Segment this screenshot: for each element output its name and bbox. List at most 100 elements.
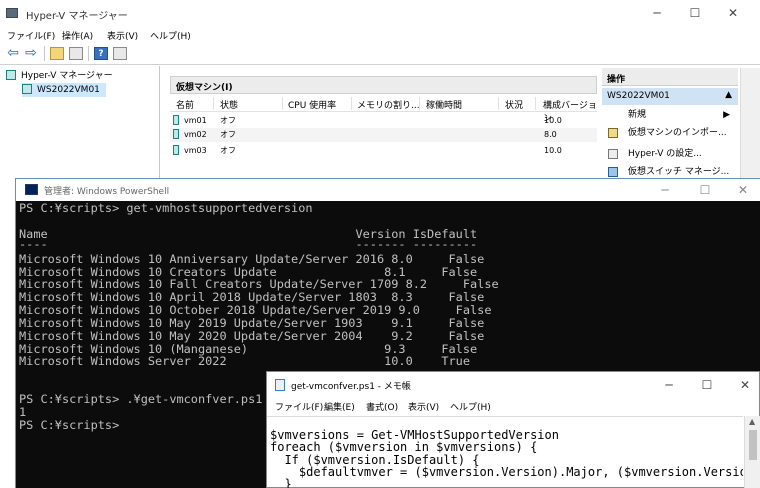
console-line: Microsoft Windows 10 May 2020 Update/Ser… (19, 329, 485, 343)
action-new-label: 新規 (628, 110, 647, 120)
hyperv-manager-icon (6, 70, 16, 80)
menu-action[interactable]: 操作(A) (62, 29, 93, 42)
settings-icon (608, 149, 618, 159)
console-line: PS C:¥scripts> (19, 418, 120, 432)
notepad-title: get-vmconfver.ps1 - メモ帳 (291, 382, 411, 392)
vm-row[interactable]: vm02 オフ 8.0 (170, 128, 597, 142)
hyperv-app-icon (6, 8, 18, 18)
show-hide-tree-icon[interactable] (69, 47, 83, 60)
column-state[interactable]: 状態 (220, 98, 238, 111)
back-arrow-icon[interactable]: ⇦ (5, 45, 21, 61)
vm-row[interactable]: vm01 オフ 10.0 (170, 114, 597, 128)
menu-edit[interactable]: 編集(E) (324, 400, 355, 413)
notepad-icon (275, 379, 285, 391)
menu-help[interactable]: ヘルプ(H) (450, 400, 491, 413)
vm-row[interactable]: vm03 オフ 10.0 (170, 144, 597, 158)
show-action-pane-icon[interactable] (113, 47, 127, 60)
minimize-icon[interactable]: ─ (660, 376, 678, 394)
help-icon[interactable]: ? (94, 47, 108, 60)
menu-format[interactable]: 書式(O) (366, 400, 398, 413)
console-line: PS C:¥scripts> get-vmhostsupportedversio… (19, 201, 313, 215)
close-icon[interactable]: ✕ (734, 181, 752, 199)
column-divider (535, 97, 536, 110)
column-divider (498, 97, 499, 110)
maximize-icon[interactable]: ☐ (696, 181, 714, 199)
tree-server-label: WS2022VM01 (37, 85, 100, 95)
column-divider (351, 97, 352, 110)
actions-server-label: WS2022VM01 (607, 91, 670, 101)
scrollbar-thumb[interactable] (749, 430, 757, 460)
console-line: Microsoft Windows 10 May 2019 Update/Ser… (19, 316, 485, 330)
vm-name-cell: vm02 (173, 128, 207, 142)
column-status[interactable]: 状況 (505, 98, 523, 111)
tree-root-label: Hyper-V マネージャー (21, 71, 113, 81)
vm-name: vm02 (184, 130, 207, 139)
menu-file[interactable]: ファイル(F) (275, 400, 323, 413)
forward-arrow-icon[interactable]: ⇨ (23, 45, 39, 61)
console-line: Microsoft Windows 10 April 2018 Update/S… (19, 290, 485, 304)
menu-help[interactable]: ヘルプ(H) (150, 29, 191, 42)
vm-state: オフ (220, 146, 236, 155)
console-line: Microsoft Windows Server 2022 10.0 True (19, 354, 471, 368)
powershell-icon (25, 184, 38, 195)
action-settings-label: Hyper-V の設定... (628, 149, 702, 159)
toolbar-divider (44, 46, 45, 61)
column-cpu[interactable]: CPU 使用率 (288, 98, 336, 111)
action-import-vm[interactable]: 仮想マシンのインポー... (602, 125, 738, 141)
hyperv-toolbar: ⇦ ⇨ ? (0, 43, 760, 65)
submenu-arrow-icon: ▶ (723, 110, 730, 120)
actions-header: 操作 (602, 68, 738, 86)
column-divider (419, 97, 420, 110)
column-name[interactable]: 名前 (176, 98, 194, 111)
hyperv-titlebar: Hyper-V マネージャー ─ ☐ ✕ (0, 0, 760, 27)
close-icon[interactable]: ✕ (736, 376, 754, 394)
server-icon (22, 84, 32, 94)
vm-config-version: 10.0 (544, 146, 562, 155)
action-new[interactable]: 新規 ▶ (602, 107, 738, 123)
console-line: PS C:¥scripts> .¥get-vmconfver.ps1 (19, 392, 263, 406)
menu-file[interactable]: ファイル(F) (7, 29, 55, 42)
action-import-label: 仮想マシンのインポー... (628, 128, 727, 138)
column-divider (213, 97, 214, 110)
vm-icon (173, 115, 179, 125)
up-folder-icon[interactable] (50, 47, 64, 60)
tree-item-root[interactable]: Hyper-V マネージャー (6, 69, 113, 83)
column-uptime[interactable]: 稼働時間 (426, 98, 462, 111)
notepad-titlebar: get-vmconfver.ps1 - メモ帳 ─ ☐ ✕ (267, 372, 760, 397)
vm-state: オフ (220, 116, 236, 125)
vm-name: vm03 (184, 146, 207, 155)
hyperv-menubar: ファイル(F) 操作(A) 表示(V) ヘルプ(H) (0, 27, 760, 43)
maximize-icon[interactable]: ☐ (686, 4, 704, 22)
console-line: ---- ------- --------- (19, 237, 478, 251)
vm-config-version: 8.0 (544, 130, 557, 139)
editor-line: $defaultvmver = ($vmversion.Version).Maj… (298, 465, 743, 479)
scroll-up-icon[interactable]: ▲ (749, 417, 755, 426)
actions-server-section[interactable]: WS2022VM01 ▲ (602, 88, 738, 105)
column-memory[interactable]: メモリの割り... (357, 98, 420, 111)
menu-view[interactable]: 表示(V) (408, 400, 439, 413)
action-hyperv-settings[interactable]: Hyper-V の設定... (602, 146, 738, 162)
editor-line: foreach ($vmversion in $vmversions) { (270, 440, 538, 454)
column-divider (282, 97, 283, 110)
minimize-icon[interactable]: ─ (656, 181, 674, 199)
tree-item-server[interactable]: WS2022VM01 (22, 83, 106, 97)
console-line: Microsoft Windows 10 October 2018 Update… (19, 303, 492, 317)
actions-title: 操作 (607, 75, 626, 85)
powershell-title: 管理者: Windows PowerShell (44, 187, 170, 197)
notepad-scrollbar[interactable]: ▲ (744, 416, 760, 488)
vm-icon (173, 129, 179, 139)
maximize-icon[interactable]: ☐ (698, 376, 716, 394)
vm-panel-header: 仮想マシン(I) (170, 76, 597, 94)
notepad-editor[interactable]: $vmversions = Get-VMHostSupportedVersion… (267, 416, 743, 488)
hyperv-title: Hyper-V マネージャー (26, 11, 128, 22)
minimize-icon[interactable]: ─ (648, 4, 666, 22)
console-line: Microsoft Windows 10 Anniversary Update/… (19, 252, 485, 266)
import-vm-icon (608, 128, 618, 138)
vm-name-cell: vm01 (173, 114, 207, 128)
menu-view[interactable]: 表示(V) (107, 29, 138, 42)
close-icon[interactable]: ✕ (724, 4, 742, 22)
console-line: 1 (19, 405, 27, 419)
collapse-caret-icon[interactable]: ▲ (725, 90, 732, 100)
console-line: Microsoft Windows 10 Fall Creators Updat… (19, 277, 499, 291)
vm-config-version: 10.0 (544, 116, 562, 125)
